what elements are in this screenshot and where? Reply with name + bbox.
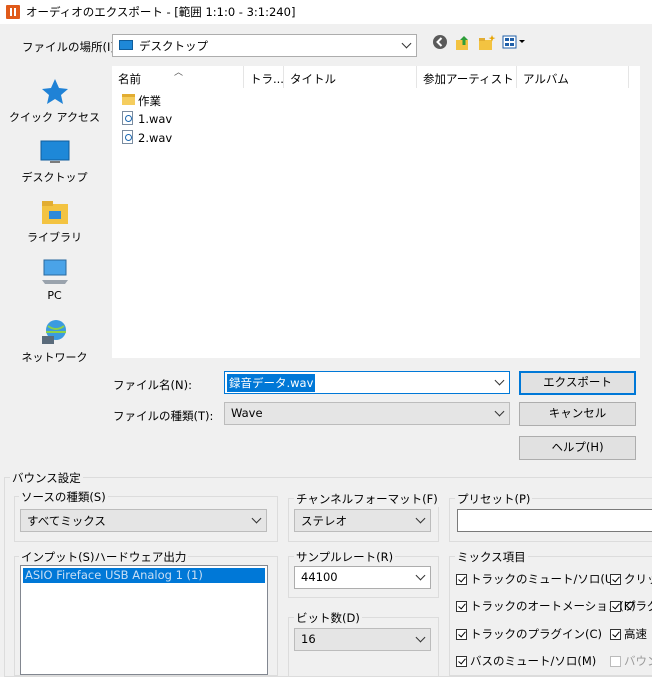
file-list[interactable]: 名前 ︿ トラ... タイトル 参加アーティスト アルバム 作業 1.wav 2… — [112, 66, 640, 358]
help-button[interactable]: ヘルプ(H) — [519, 436, 636, 460]
bit-depth-dropdown[interactable]: 16 — [294, 628, 431, 651]
checkbox-track-automation[interactable]: トラックのオートメーション(K) — [456, 598, 636, 614]
new-folder-icon[interactable] — [478, 34, 496, 54]
checkbox-plugin[interactable]: プラグ — [610, 598, 652, 614]
checkbox-checked[interactable] — [456, 601, 467, 612]
network-icon — [40, 318, 70, 346]
desktop-icon — [119, 40, 133, 50]
input-label: インプット(S)ハードウェア出力 — [19, 549, 189, 565]
place-label: PC — [47, 289, 62, 302]
chevron-down-icon — [415, 570, 426, 581]
column-header-album[interactable]: アルバム — [517, 66, 629, 88]
chevron-down-icon — [415, 632, 426, 643]
checkbox-bounce[interactable]: バウン — [610, 653, 652, 669]
star-icon — [40, 78, 70, 106]
cancel-button[interactable]: キャンセル — [519, 402, 636, 426]
up-folder-icon[interactable] — [454, 34, 472, 54]
list-item[interactable]: 2.wav — [120, 129, 240, 147]
filename-label: ファイル名(N): — [113, 378, 192, 392]
channel-format-dropdown[interactable]: ステレオ — [294, 509, 431, 532]
preset-input[interactable] — [457, 509, 652, 532]
checkbox-checked[interactable] — [610, 574, 621, 585]
chevron-down-icon — [251, 513, 262, 524]
location-dropdown[interactable]: デスクトップ — [112, 34, 417, 57]
place-pc[interactable]: PC — [3, 258, 106, 302]
location-label: ファイルの場所(I): — [22, 40, 119, 54]
place-label: デスクトップ — [21, 171, 88, 184]
folder-icon — [122, 94, 135, 105]
filetype-label: ファイルの種類(T): — [113, 409, 214, 423]
bit-depth-value: 16 — [301, 632, 316, 646]
checkbox-checked[interactable] — [456, 629, 467, 640]
bit-depth-label: ビット数(D) — [294, 610, 362, 626]
column-header-name[interactable]: 名前 ︿ — [112, 66, 244, 88]
preset-label: プリセット(P) — [455, 491, 533, 507]
filetype-dropdown[interactable]: Wave — [224, 402, 510, 425]
filename-value: 録音データ.wav — [227, 374, 316, 392]
back-icon[interactable] — [431, 34, 449, 54]
title-bar: オーディオのエクスポート - [範囲 1:1:0 - 3:1:240] — [0, 0, 652, 24]
column-header-track[interactable]: トラ... — [244, 66, 284, 88]
filetype-value: Wave — [231, 406, 263, 420]
library-icon — [40, 198, 70, 226]
sample-rate-value: 44100 — [301, 570, 338, 584]
checkbox-bus-mute-solo[interactable]: バスのミュート/ソロ(M) — [456, 653, 596, 669]
list-item[interactable]: 1.wav — [120, 110, 240, 128]
mix-items-label: ミックス項目 — [455, 549, 528, 565]
source-type-label: ソースの種類(S) — [19, 489, 108, 505]
input-listbox[interactable]: ASIO Fireface USB Analog 1 (1) — [20, 565, 268, 675]
channel-format-label: チャンネルフォーマット(F) — [294, 491, 440, 507]
place-network[interactable]: ネットワーク — [3, 318, 106, 365]
wav-file-icon — [122, 111, 133, 125]
desktop-icon — [40, 138, 70, 166]
checkbox-checked[interactable] — [610, 629, 621, 640]
checkbox-checked[interactable] — [610, 601, 621, 612]
location-value: デスクトップ — [139, 39, 208, 53]
places-bar: クイック アクセス デスクトップ ライブラリ PC ネットワーク — [3, 66, 106, 466]
place-label: ネットワーク — [21, 351, 88, 364]
place-desktop[interactable]: デスクトップ — [3, 138, 106, 185]
source-type-value: すべてミックス — [27, 514, 106, 528]
column-header-artist[interactable]: 参加アーティスト — [417, 66, 517, 88]
view-menu-icon[interactable] — [502, 34, 528, 54]
chevron-down-icon[interactable] — [494, 375, 505, 386]
place-library[interactable]: ライブラリ — [3, 198, 106, 245]
checkbox-track-plugins[interactable]: トラックのプラグイン(C) — [456, 626, 602, 642]
place-label: クイック アクセス — [9, 111, 100, 124]
sample-rate-dropdown[interactable]: 44100 — [294, 566, 431, 589]
export-button[interactable]: エクスポート — [519, 371, 636, 395]
pc-icon — [40, 258, 70, 286]
checkbox-fast[interactable]: 高速 — [610, 626, 647, 642]
list-item[interactable]: 作業 — [120, 91, 240, 109]
checkbox-track-mute-solo[interactable]: トラックのミュート/ソロ(U) — [456, 571, 618, 587]
chevron-down-icon — [494, 406, 505, 417]
app-icon — [6, 5, 20, 19]
window-title: オーディオのエクスポート - [範囲 1:1:0 - 3:1:240] — [26, 5, 296, 19]
chevron-down-icon — [415, 513, 426, 524]
checkbox-checked[interactable] — [456, 574, 467, 585]
wav-file-icon — [122, 130, 133, 144]
checkbox-clip[interactable]: クリップ — [610, 571, 652, 587]
chevron-down-icon — [401, 38, 412, 49]
source-type-dropdown[interactable]: すべてミックス — [20, 509, 267, 532]
sample-rate-label: サンプルレート(R) — [294, 549, 396, 565]
sort-up-icon: ︿ — [174, 68, 184, 78]
filename-input[interactable]: 録音データ.wav — [224, 371, 510, 394]
list-item[interactable]: ASIO Fireface USB Analog 1 (1) — [23, 568, 265, 583]
column-header-title[interactable]: タイトル — [284, 66, 417, 88]
bounce-settings-title: バウンス設定 — [10, 470, 83, 486]
channel-format-value: ステレオ — [301, 514, 347, 528]
place-label: ライブラリ — [27, 231, 82, 244]
place-quick-access[interactable]: クイック アクセス — [3, 78, 106, 125]
